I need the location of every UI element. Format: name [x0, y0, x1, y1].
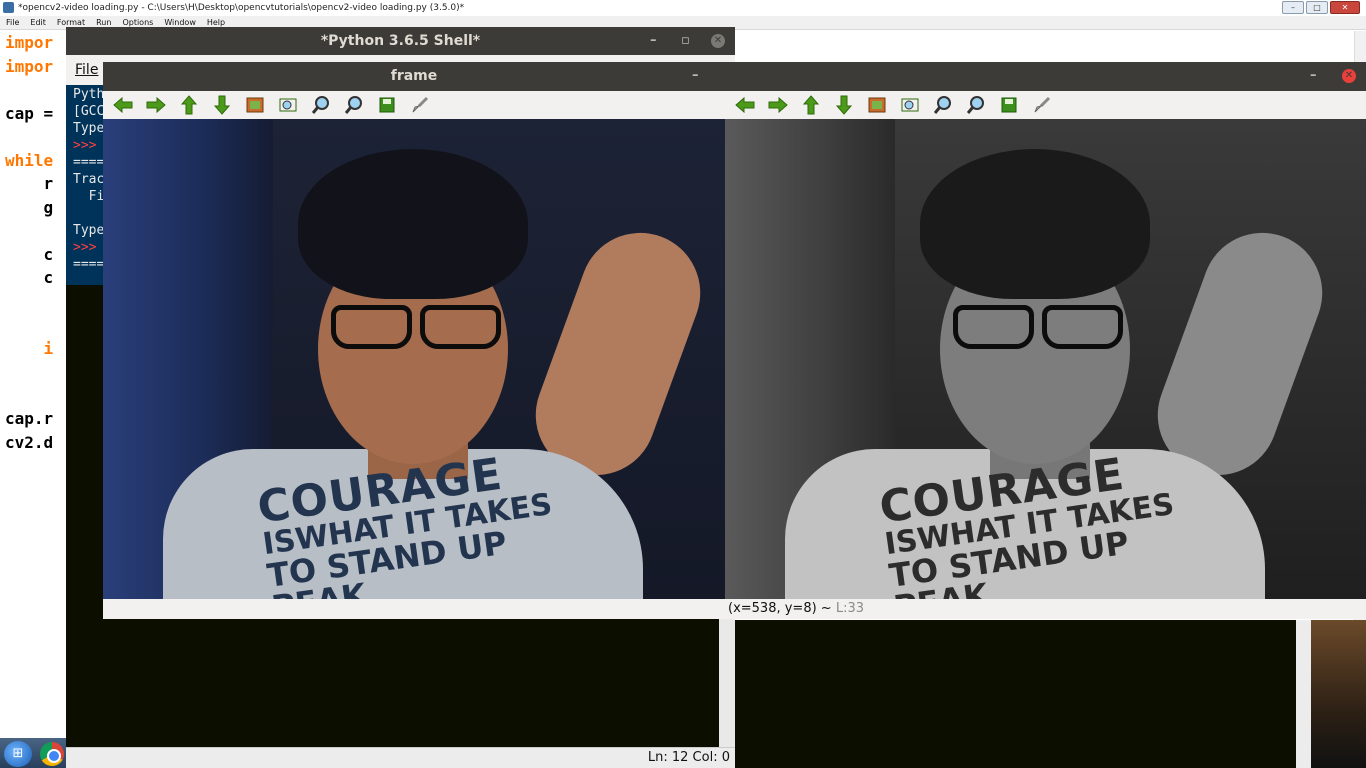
save-icon[interactable]	[377, 95, 397, 115]
frame-minimize-button[interactable]: –	[692, 62, 699, 90]
maximize-button[interactable]: □	[1306, 1, 1328, 14]
code-line[interactable]: i	[5, 339, 54, 358]
shell-statusbar: Ln: 12 Col: 0	[66, 747, 735, 768]
shell-title: *Python 3.6.5 Shell*	[320, 33, 481, 49]
image-icon[interactable]	[245, 95, 265, 115]
code-line[interactable]: c	[5, 268, 54, 287]
menu-file[interactable]: File	[6, 16, 19, 29]
background-window-thumbnail	[1311, 620, 1366, 768]
chrome-icon[interactable]	[40, 742, 64, 766]
frame-title: frame	[390, 68, 438, 84]
shell-line: Type	[73, 223, 105, 238]
shell-menu-file[interactable]: File	[75, 62, 98, 78]
code-line[interactable]: impor	[5, 33, 53, 52]
frame-window: frame – COURAGE ISWHAT IT TAKES TO STAND…	[103, 62, 725, 619]
code-line[interactable]: cap.r	[5, 409, 53, 428]
frame-toolbar	[103, 91, 725, 119]
python-app-icon	[3, 2, 14, 13]
webcam-gray-frame[interactable]: COURAGE ISWHAT IT TAKES TO STAND UP PEAK	[725, 119, 1366, 599]
frame-titlebar: frame –	[103, 62, 725, 91]
code-line[interactable]: r	[5, 174, 54, 193]
arrow-right-icon[interactable]	[146, 95, 166, 115]
zoom-out-icon[interactable]	[344, 95, 364, 115]
code-line[interactable]: c	[5, 245, 54, 264]
arrow-up-icon[interactable]	[179, 95, 199, 115]
save-icon[interactable]	[999, 95, 1019, 115]
brush-icon[interactable]	[1032, 95, 1052, 115]
editor-window-controls: – □ ✕	[1282, 1, 1360, 14]
gray-close-button[interactable]: ✕	[1342, 69, 1356, 83]
hair	[920, 149, 1150, 299]
gray-window: – ✕ COURAGE ISWHAT IT TAKES TO STAND UP …	[725, 62, 1366, 619]
code-line[interactable]: cv2.d	[5, 433, 53, 452]
zoom-in-icon[interactable]	[311, 95, 331, 115]
shell-line: Pyth	[73, 87, 105, 102]
arrow-left-icon[interactable]	[113, 95, 133, 115]
zoom-out-icon[interactable]	[966, 95, 986, 115]
code-line[interactable]: cap =	[5, 104, 53, 123]
code-line[interactable]: while	[5, 151, 53, 170]
arrow-left-icon[interactable]	[735, 95, 755, 115]
shell-background-area	[735, 620, 1311, 768]
code-line[interactable]: g	[5, 198, 54, 217]
shell-line: Fi	[73, 189, 105, 204]
frame-statusbar	[103, 599, 725, 619]
minimize-button[interactable]: –	[1282, 1, 1304, 14]
pixel-level: L:33	[835, 601, 865, 616]
arrow-right-icon[interactable]	[768, 95, 788, 115]
shell-close-button[interactable]: ✕	[711, 34, 725, 48]
image-icon[interactable]	[867, 95, 887, 115]
gray-toolbar	[725, 91, 1366, 119]
shell-line: ====	[73, 155, 105, 170]
shell-maximize-button[interactable]: ▫	[681, 27, 690, 55]
shell-titlebar: *Python 3.6.5 Shell* – ▫ ✕	[66, 27, 735, 55]
gray-statusbar: (x=538, y=8) ~ L:33	[725, 599, 1366, 619]
gray-titlebar: – ✕	[725, 62, 1366, 91]
glasses	[953, 305, 1123, 349]
zoom-fit-icon[interactable]	[900, 95, 920, 115]
glasses	[331, 305, 501, 349]
cursor-position: Ln: 12 Col: 0	[647, 750, 730, 765]
shell-line: Trac	[73, 172, 105, 187]
shell-minimize-button[interactable]: –	[650, 27, 657, 55]
start-button[interactable]: ⊞	[4, 741, 32, 767]
close-button[interactable]: ✕	[1330, 1, 1360, 14]
hair	[298, 149, 528, 299]
shell-line: [GCC	[73, 104, 105, 119]
window-edge	[1296, 620, 1311, 768]
arrow-down-icon[interactable]	[834, 95, 854, 115]
code-line[interactable]: impor	[5, 57, 53, 76]
shell-prompt: >>>	[73, 240, 97, 255]
gray-minimize-button[interactable]: –	[1310, 62, 1317, 90]
zoom-fit-icon[interactable]	[278, 95, 298, 115]
pixel-coordinates: (x=538, y=8) ~	[728, 601, 832, 616]
editor-titlebar: *opencv2-video loading.py - C:\Users\H\D…	[0, 0, 1366, 16]
shell-prompt: >>>	[73, 138, 97, 153]
arrow-up-icon[interactable]	[801, 95, 821, 115]
menu-edit[interactable]: Edit	[30, 16, 46, 29]
webcam-color-frame[interactable]: COURAGE ISWHAT IT TAKES TO STAND UP PEAK	[103, 119, 725, 599]
shell-line: ====	[73, 257, 105, 272]
zoom-in-icon[interactable]	[933, 95, 953, 115]
shell-scrollbar[interactable]	[719, 617, 735, 747]
arrow-down-icon[interactable]	[212, 95, 232, 115]
brush-icon[interactable]	[410, 95, 430, 115]
editor-title: *opencv2-video loading.py - C:\Users\H\D…	[18, 3, 465, 13]
shell-line: Type	[73, 121, 105, 136]
